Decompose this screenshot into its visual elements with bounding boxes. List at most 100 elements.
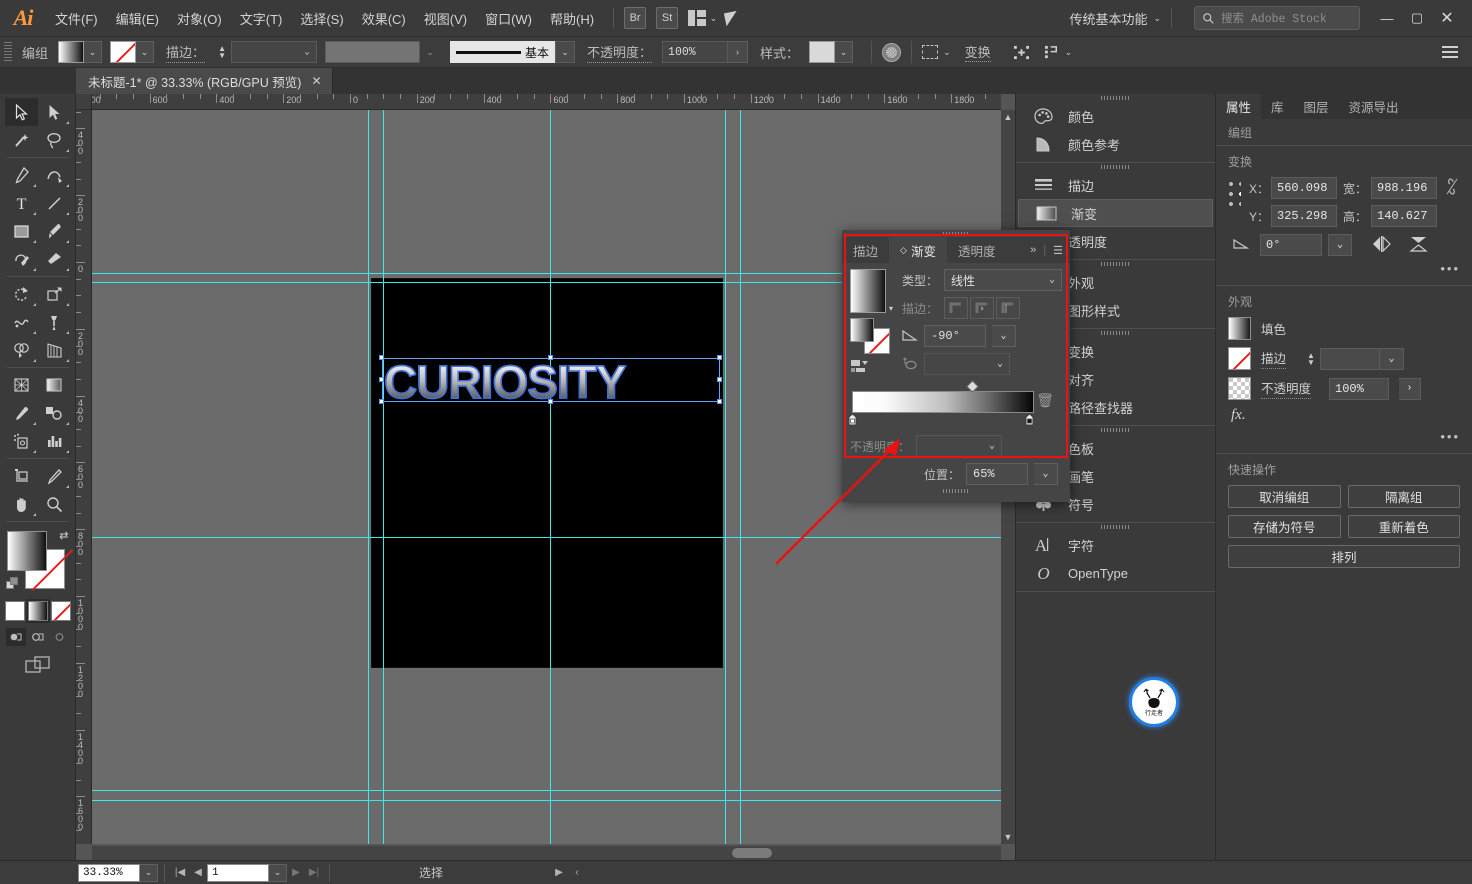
- reference-point-selector[interactable]: [1228, 181, 1241, 207]
- stroke-weight-stepper[interactable]: ▲▼: [215, 41, 229, 63]
- gradient-panel-bottom-grip[interactable]: [850, 487, 1062, 494]
- gradient-position-chevron[interactable]: ⌄: [1034, 463, 1058, 485]
- workspace-chevron-icon[interactable]: ⌄: [1153, 13, 1161, 24]
- dock-item-opentype[interactable]: O OpenType: [1016, 559, 1215, 587]
- screen-mode-button[interactable]: [25, 656, 51, 677]
- isolate-group-button[interactable]: 隔离组: [1348, 485, 1461, 508]
- dock-item-stroke[interactable]: 描边: [1016, 171, 1215, 199]
- gradient-stop-start[interactable]: [848, 414, 857, 426]
- color-mode-none-button[interactable]: [51, 601, 71, 621]
- gradient-type-select[interactable]: 线性 ⌄: [944, 269, 1062, 291]
- width-tool[interactable]: [5, 308, 38, 336]
- selection-handle[interactable]: [379, 355, 384, 360]
- pen-tool[interactable]: [5, 161, 38, 189]
- delete-stop-icon[interactable]: 🗑: [1036, 392, 1054, 409]
- rectangle-tool[interactable]: [5, 217, 38, 245]
- tab-stroke[interactable]: 描边: [842, 237, 889, 263]
- gradient-ramp[interactable]: [852, 391, 1034, 413]
- stroke-swatch-group[interactable]: ⌄: [110, 41, 154, 63]
- menu-edit[interactable]: 编辑(E): [107, 5, 168, 32]
- horizontal-scroll-thumb[interactable]: [732, 848, 772, 858]
- shaper-tool[interactable]: [5, 245, 38, 273]
- next-artboard-button[interactable]: ▶: [287, 863, 305, 883]
- horizontal-ruler[interactable]: 8006004002000200400600800100012001400160…: [76, 94, 1001, 110]
- status-play-icon[interactable]: ▶: [550, 863, 568, 883]
- arrange-documents-button[interactable]: ⌄: [688, 10, 717, 26]
- window-close-button[interactable]: ✕: [1432, 7, 1462, 29]
- gradient-tool[interactable]: [38, 371, 71, 399]
- rotate-angle-chevron[interactable]: ⌄: [1328, 234, 1352, 256]
- hand-tool[interactable]: [5, 490, 38, 518]
- gradient-preview-swatch[interactable]: [850, 269, 886, 313]
- menu-help[interactable]: 帮助(H): [541, 5, 603, 32]
- stroke-gradient-across-button[interactable]: [996, 297, 1020, 319]
- x-field[interactable]: 560.098: [1271, 177, 1337, 199]
- panel-menu-icon[interactable]: ☰: [1053, 244, 1063, 257]
- control-bar-grip[interactable]: [4, 42, 12, 62]
- stroke-gradient-within-button[interactable]: [944, 297, 968, 319]
- canvas-horizontal-scrollbar[interactable]: [92, 846, 1001, 860]
- zoom-tool[interactable]: [38, 490, 71, 518]
- tab-transparency[interactable]: 透明度: [947, 237, 1007, 263]
- gradient-slider[interactable]: 🗑: [852, 391, 1034, 413]
- window-maximize-button[interactable]: ▢: [1402, 7, 1432, 29]
- dock-item-gradient[interactable]: 渐变: [1018, 199, 1213, 227]
- column-graph-tool[interactable]: [38, 427, 71, 455]
- direct-selection-tool[interactable]: [38, 98, 71, 126]
- status-collapse-icon[interactable]: ‹: [568, 863, 586, 883]
- stroke-weight-field[interactable]: ⌄: [231, 41, 317, 63]
- zoom-field[interactable]: 33.33%: [78, 864, 140, 882]
- gradient-position-field[interactable]: 65%: [966, 463, 1028, 485]
- gradient-panel[interactable]: 描边 ◇ 渐变 透明度 » | ☰: [842, 230, 1070, 502]
- fill-stroke-control[interactable]: ⇄: [7, 531, 69, 593]
- line-segment-tool[interactable]: [38, 189, 71, 217]
- flip-vertical-button[interactable]: [1409, 236, 1428, 255]
- graphic-style-group[interactable]: ⌄: [809, 41, 853, 63]
- stroke-profile-chevron-icon[interactable]: ⌄: [420, 41, 440, 63]
- shape-builder-tool[interactable]: [5, 336, 38, 364]
- graphic-style-swatch[interactable]: [809, 41, 835, 63]
- puppet-warp-tool[interactable]: [38, 308, 71, 336]
- menu-object[interactable]: 对象(O): [168, 5, 231, 32]
- gradient-stop-end[interactable]: [1025, 414, 1034, 426]
- bridge-button[interactable]: Br: [624, 7, 646, 29]
- stroke-weight-chevron-icon[interactable]: ⌄: [298, 42, 316, 62]
- zoom-chevron-icon[interactable]: ⌄: [140, 864, 158, 882]
- distribute-button[interactable]: ⌄: [1044, 45, 1073, 60]
- tab-libraries[interactable]: 库: [1261, 94, 1294, 119]
- curvature-tool[interactable]: [38, 161, 71, 189]
- rotate-angle-field[interactable]: 0°: [1260, 234, 1322, 256]
- symbol-sprayer-tool[interactable]: [5, 427, 38, 455]
- canvas-area[interactable]: 8006004002000200400600800100012001400160…: [76, 94, 1015, 860]
- link-proportions-icon[interactable]: [1445, 177, 1460, 200]
- recolor-artwork-icon[interactable]: [882, 43, 901, 62]
- gradient-fill-stroke-toggle[interactable]: [850, 318, 890, 354]
- appearance-opacity-field[interactable]: 100%: [1329, 378, 1389, 400]
- height-field[interactable]: 140.627: [1371, 205, 1437, 227]
- stroke-profile-group[interactable]: ⌄: [325, 41, 440, 63]
- cloud-swoosh-icon[interactable]: ◤: [723, 7, 740, 29]
- type-tool[interactable]: T: [5, 189, 38, 217]
- menu-file[interactable]: 文件(F): [46, 5, 107, 32]
- collapse-panel-icon[interactable]: »: [1030, 244, 1036, 256]
- selection-handle[interactable]: [548, 399, 553, 404]
- fill-swatch[interactable]: [58, 41, 84, 63]
- zoom-control[interactable]: 33.33% ⌄: [78, 864, 158, 882]
- gradient-presets-chevron-icon[interactable]: ▾: [889, 304, 893, 313]
- scroll-up-icon[interactable]: ▲: [1001, 112, 1015, 122]
- dock-grip-2[interactable]: [1016, 163, 1215, 171]
- artboard[interactable]: [371, 278, 723, 668]
- opacity-expand-icon[interactable]: ›: [728, 41, 748, 63]
- adobe-stock-search[interactable]: 搜索 Adobe Stock: [1194, 6, 1360, 30]
- tab-layers[interactable]: 图层: [1294, 94, 1339, 119]
- color-mode-gradient-button[interactable]: [28, 601, 48, 621]
- rotate-tool[interactable]: [5, 280, 38, 308]
- appearance-more-options[interactable]: •••: [1228, 429, 1460, 444]
- swap-fill-stroke-icon[interactable]: ⇄: [59, 529, 68, 542]
- draw-inside-button[interactable]: [50, 628, 70, 646]
- artboard-tool[interactable]: [5, 462, 38, 490]
- align-icon[interactable]: [1013, 45, 1030, 60]
- appearance-opacity-expand[interactable]: ›: [1399, 378, 1421, 400]
- opacity-field[interactable]: 100%: [662, 41, 728, 63]
- dock-item-color[interactable]: 颜色: [1016, 102, 1215, 130]
